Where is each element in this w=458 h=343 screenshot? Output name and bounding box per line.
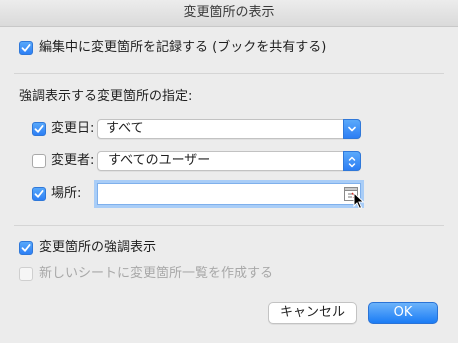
list-new-sheet-label: 新しいシートに変更箇所一覧を作成する (39, 266, 274, 281)
checkmark-icon (34, 125, 44, 133)
chevron-down-icon (348, 126, 356, 132)
when-select-value: すべて (106, 121, 144, 136)
highlight-checkbox[interactable] (19, 241, 33, 255)
when-label: 変更日: (51, 121, 95, 136)
who-select[interactable]: すべてのユーザー (97, 151, 361, 171)
track-changes-label: 編集中に変更箇所を記録する (ブックを共有する) (39, 40, 327, 55)
checkmark-icon (21, 244, 31, 252)
ok-button[interactable]: OK (368, 302, 438, 324)
checkmark-icon (34, 190, 44, 198)
where-label: 場所: (51, 186, 82, 201)
who-select-value: すべてのユーザー (108, 153, 211, 168)
window-titlebar: 変更箇所の表示 (0, 0, 458, 27)
cancel-button[interactable]: キャンセル (268, 302, 357, 324)
divider (14, 73, 444, 74)
highlight-label: 変更箇所の強調表示 (39, 240, 157, 255)
divider (14, 225, 444, 226)
popup-button[interactable] (343, 151, 361, 171)
when-checkbox[interactable] (32, 122, 46, 136)
when-select[interactable]: すべて (97, 119, 361, 139)
section-heading: 強調表示する変更箇所の指定: (19, 89, 193, 104)
track-changes-checkbox[interactable] (19, 41, 33, 55)
checkmark-icon (21, 44, 31, 52)
who-label: 変更者: (51, 153, 95, 168)
window-title: 変更箇所の表示 (183, 5, 275, 20)
dropdown-button[interactable] (343, 119, 361, 139)
where-checkbox[interactable] (32, 187, 46, 201)
list-new-sheet-checkbox[interactable] (19, 267, 33, 281)
mouse-pointer-icon (353, 192, 365, 210)
who-checkbox[interactable] (32, 154, 46, 168)
where-range-input[interactable] (97, 183, 361, 205)
up-down-chevron-icon (348, 156, 356, 168)
